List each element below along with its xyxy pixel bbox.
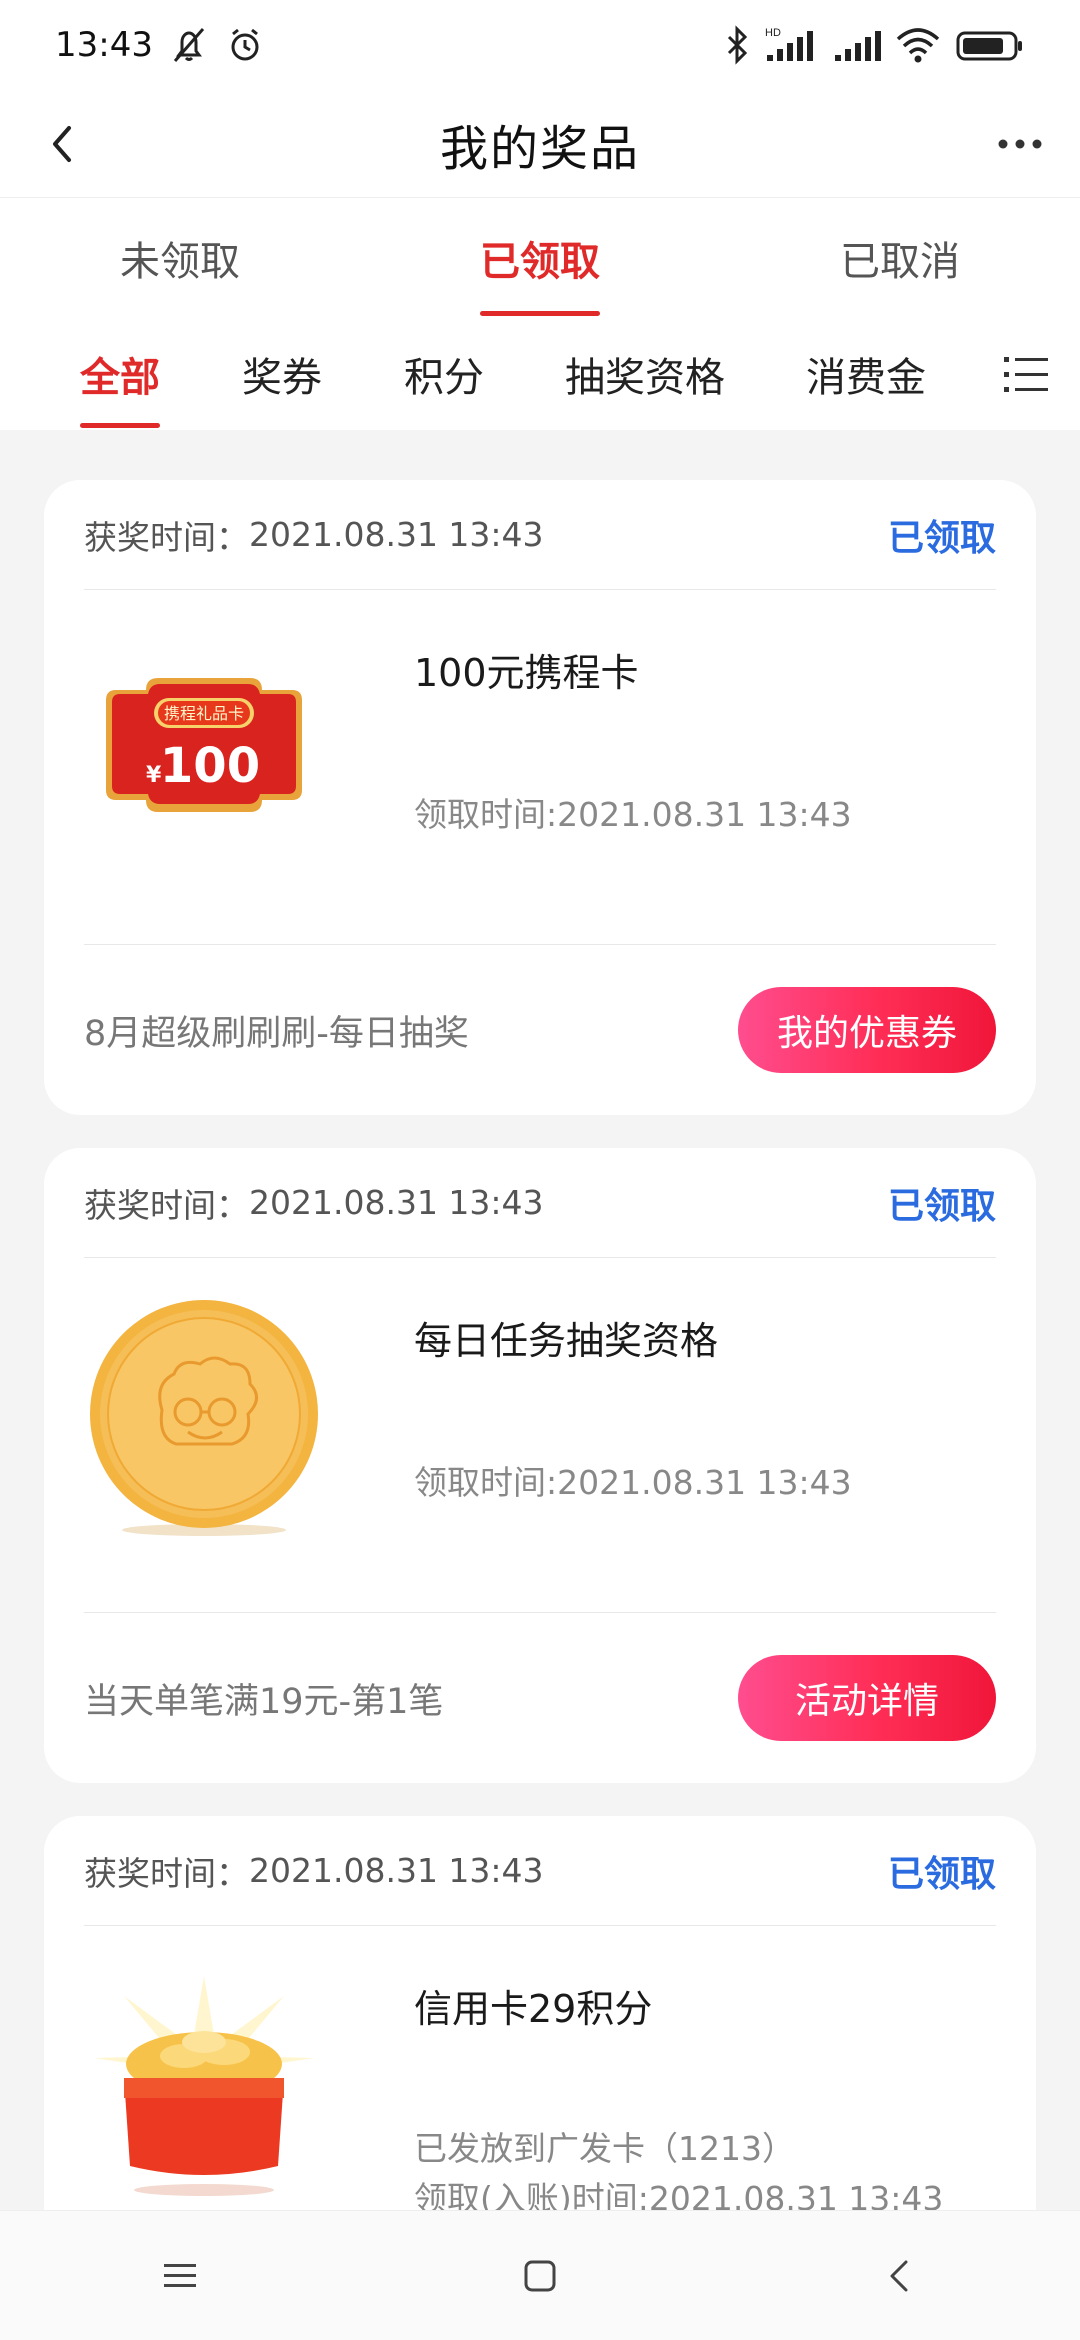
claim-status: 已领取	[887, 1853, 996, 1895]
system-back-button[interactable]	[860, 2236, 940, 2316]
chevron-left-icon	[53, 126, 71, 162]
nav-header: 我的奖品	[0, 90, 1080, 198]
win-time-label: 获奖时间：	[84, 1185, 249, 1225]
page: 13:43 HD 我的奖品 未领取 已领取 已取消 全部 奖券 积分 抽奖资格 …	[0, 0, 1080, 2340]
prize-card-body[interactable]: 每日任务抽奖资格 领取时间:2021.08.31 13:43	[84, 1258, 996, 1613]
activity-details-button[interactable]: 活动详情	[738, 1655, 996, 1741]
category-menu-button[interactable]	[1000, 348, 1052, 400]
win-time-label: 获奖时间：	[84, 1853, 249, 1893]
prize-card-footer: 当天单笔满19元-第1笔 活动详情	[84, 1613, 996, 1783]
status-tabs: 未领取 已领取 已取消	[0, 198, 1080, 318]
battery-icon	[955, 25, 1025, 65]
chevron-left-icon	[890, 2260, 908, 2291]
prize-card: 获奖时间： 2021.08.31 13:43 已领取 每日任务抽奖资格 领取时间…	[44, 1148, 1036, 1783]
prize-name: 信用卡29积分	[414, 1987, 653, 2031]
tab-spending-credit[interactable]: 消费金	[806, 318, 926, 430]
more-dots-icon	[998, 139, 1042, 149]
my-coupons-button[interactable]: 我的优惠券	[738, 987, 996, 1073]
prize-card-body[interactable]: 携程礼品卡 ¥ 100 100元携程卡 领取时间:2021.08.31 13:4…	[84, 590, 996, 945]
claim-status: 已领取	[887, 1185, 996, 1227]
square-home-icon	[524, 2260, 556, 2291]
prize-card: 获奖时间： 2021.08.31 13:43 已领取 携程礼品卡 ¥ 100 1…	[44, 480, 1036, 1115]
prize-card-header: 获奖时间： 2021.08.31 13:43 已领取	[84, 1148, 996, 1258]
tab-unclaimed[interactable]: 未领取	[0, 198, 360, 318]
tab-vouchers[interactable]: 奖券	[242, 318, 322, 430]
prize-card-header: 获奖时间： 2021.08.31 13:43 已领取	[84, 480, 996, 590]
claim-status: 已领取	[887, 517, 996, 559]
back-button[interactable]	[30, 112, 94, 176]
list-menu-icon	[1004, 357, 1048, 392]
home-button[interactable]	[500, 2236, 580, 2316]
gift-card-icon: 携程礼品卡 ¥ 100	[84, 630, 324, 870]
mute-icon	[167, 25, 211, 65]
signal-icon	[833, 25, 881, 65]
hd-label: HD	[765, 27, 781, 39]
gift-card-badge-text: 携程礼品卡	[164, 704, 244, 723]
tab-cancelled[interactable]: 已取消	[720, 198, 1080, 318]
prize-card-header: 获奖时间： 2021.08.31 13:43 已领取	[84, 1816, 996, 1926]
win-time-value: 2021.08.31 13:43	[249, 1851, 544, 1890]
treasure-box-icon	[84, 1966, 324, 2206]
alarm-icon	[225, 25, 265, 65]
gold-coin-icon	[84, 1298, 324, 1538]
status-time: 13:43	[55, 25, 153, 65]
claim-time: 领取时间:2021.08.31 13:43	[414, 1463, 852, 1502]
system-nav-bar	[0, 2210, 1080, 2340]
win-time-value: 2021.08.31 13:43	[249, 1183, 544, 1222]
prize-card-footer: 8月超级刷刷刷-每日抽奖 我的优惠券	[84, 945, 996, 1115]
wifi-icon	[895, 25, 941, 65]
prize-source: 8月超级刷刷刷-每日抽奖	[84, 1013, 469, 1054]
bluetooth-icon	[725, 25, 749, 65]
tab-claimed[interactable]: 已领取	[360, 198, 720, 318]
win-time-label: 获奖时间：	[84, 517, 249, 557]
claim-time: 领取时间:2021.08.31 13:43	[414, 795, 852, 834]
gift-card-amount: 100	[160, 738, 260, 794]
status-bar: 13:43 HD	[0, 0, 1080, 90]
prize-source: 当天单笔满19元-第1笔	[84, 1681, 444, 1722]
prize-name: 100元携程卡	[414, 651, 639, 695]
issued-card-info: 已发放到广发卡（1213）	[414, 2129, 795, 2168]
prize-name: 每日任务抽奖资格	[414, 1319, 719, 1363]
tab-points[interactable]: 积分	[404, 318, 484, 430]
win-time-value: 2021.08.31 13:43	[249, 515, 544, 554]
page-title: 我的奖品	[439, 120, 640, 177]
menu-lines-icon	[164, 2263, 196, 2287]
signal-hd-icon: HD	[763, 25, 819, 65]
category-tabs: 全部 奖券 积分 抽奖资格 消费金	[0, 318, 1080, 430]
more-button[interactable]	[988, 112, 1052, 176]
tab-lottery-qualification[interactable]: 抽奖资格	[565, 318, 725, 430]
recent-apps-button[interactable]	[140, 2236, 220, 2316]
tab-all[interactable]: 全部	[80, 318, 160, 430]
